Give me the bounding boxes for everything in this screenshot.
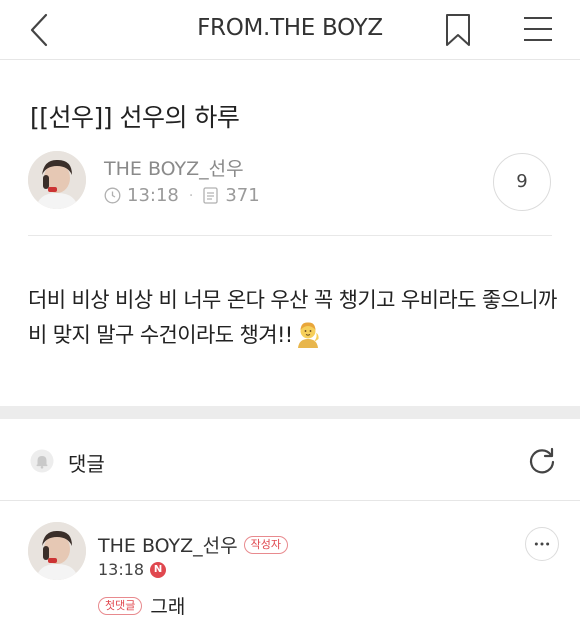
refresh-icon[interactable] <box>526 445 558 477</box>
comments-header: 댓글 <box>0 419 580 501</box>
comment-meta: 13:18 N <box>98 560 167 579</box>
page-title: FROM.THE BOYZ <box>197 15 383 41</box>
post-title: [[선우]] 선우의 하루 <box>30 103 240 132</box>
bookmark-icon[interactable] <box>444 13 472 47</box>
menu-icon[interactable] <box>522 14 554 44</box>
person-tipping-hand-emoji-icon <box>295 320 321 348</box>
first-comment-badge: 첫댓글 <box>98 596 143 615</box>
post-body-text: 더비 비상 비상 비 너무 온다 우산 꼭 챙기고 우비라도 좋으니까 비 맞지… <box>28 288 557 347</box>
comment-content: 첫댓글 그래 <box>98 592 185 619</box>
more-options-button[interactable] <box>525 527 559 561</box>
comments-label: 댓글 <box>68 452 105 476</box>
more-icon <box>534 542 550 546</box>
comment-author: THE BOYZ_선우 작성자 <box>98 531 289 558</box>
comment-avatar[interactable] <box>28 522 86 580</box>
author-name[interactable]: THE BOYZ_선우 <box>104 154 244 181</box>
top-bar: FROM.THE BOYZ <box>0 0 580 60</box>
post-body: 더비 비상 비상 비 너무 온다 우산 꼭 챙기고 우비라도 좋으니까 비 맞지… <box>28 283 558 353</box>
views-icon <box>203 187 218 204</box>
new-badge: N <box>150 561 167 578</box>
comment-count-button[interactable]: 9 <box>493 153 551 211</box>
post-meta: 13:18 · 371 <box>104 185 260 206</box>
comment-time: 13:18 <box>98 560 145 579</box>
clock-icon <box>104 187 121 204</box>
bell-icon[interactable] <box>30 449 54 473</box>
post-time: 13:18 <box>127 185 179 206</box>
divider <box>28 235 552 236</box>
view-count: 371 <box>225 185 260 206</box>
author-avatar[interactable] <box>28 151 86 209</box>
section-separator <box>0 406 580 419</box>
comment-author-name[interactable]: THE BOYZ_선우 <box>98 531 238 558</box>
comment-text: 그래 <box>150 596 186 618</box>
meta-separator: · <box>188 187 194 204</box>
author-badge: 작성자 <box>243 535 289 554</box>
